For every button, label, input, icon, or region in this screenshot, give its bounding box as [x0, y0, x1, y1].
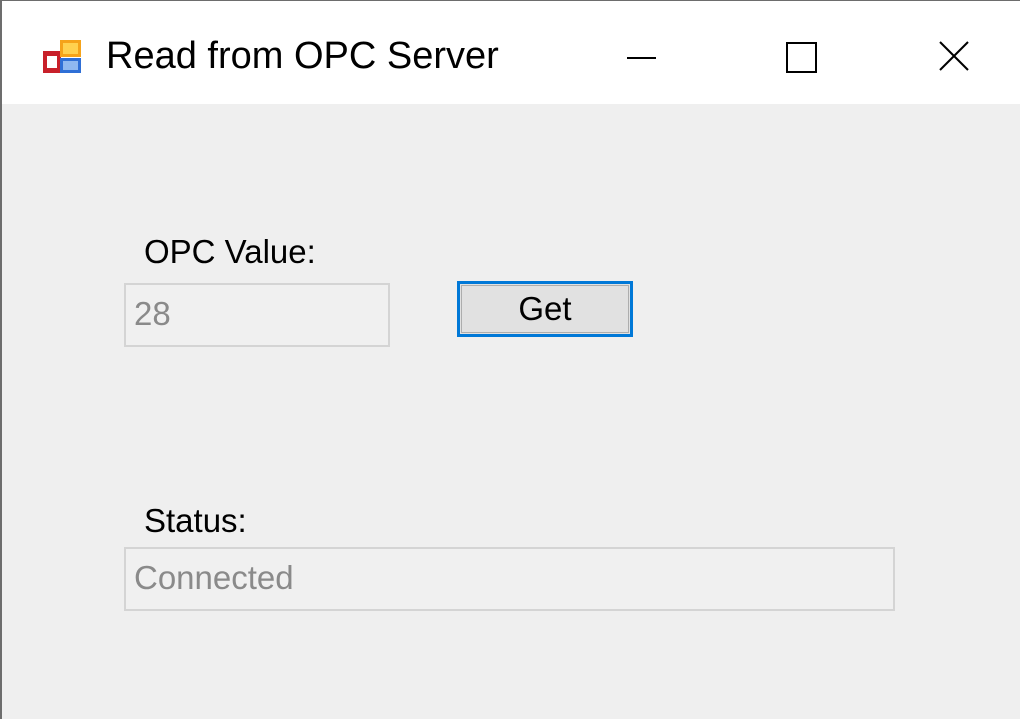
title-bar[interactable]: Read from OPC Server — [2, 1, 1020, 104]
app-window: Read from OPC Server OPC Value: 28 Get S… — [0, 0, 1020, 719]
app-window-icon — [43, 40, 81, 73]
maximize-button[interactable] — [747, 1, 857, 104]
maximize-icon — [786, 42, 817, 73]
get-button[interactable]: Get — [457, 281, 633, 337]
status-label: Status: — [144, 502, 247, 539]
get-button-focus-rect — [461, 285, 629, 333]
opc-value-label: OPC Value: — [144, 233, 316, 270]
minimize-icon — [627, 57, 656, 59]
close-icon — [939, 41, 969, 71]
minimize-button[interactable] — [582, 1, 692, 104]
window-title: Read from OPC Server — [106, 35, 499, 77]
opc-value-field[interactable]: 28 — [124, 283, 390, 347]
status-field[interactable]: Connected — [124, 547, 895, 611]
close-button[interactable] — [902, 1, 1012, 104]
